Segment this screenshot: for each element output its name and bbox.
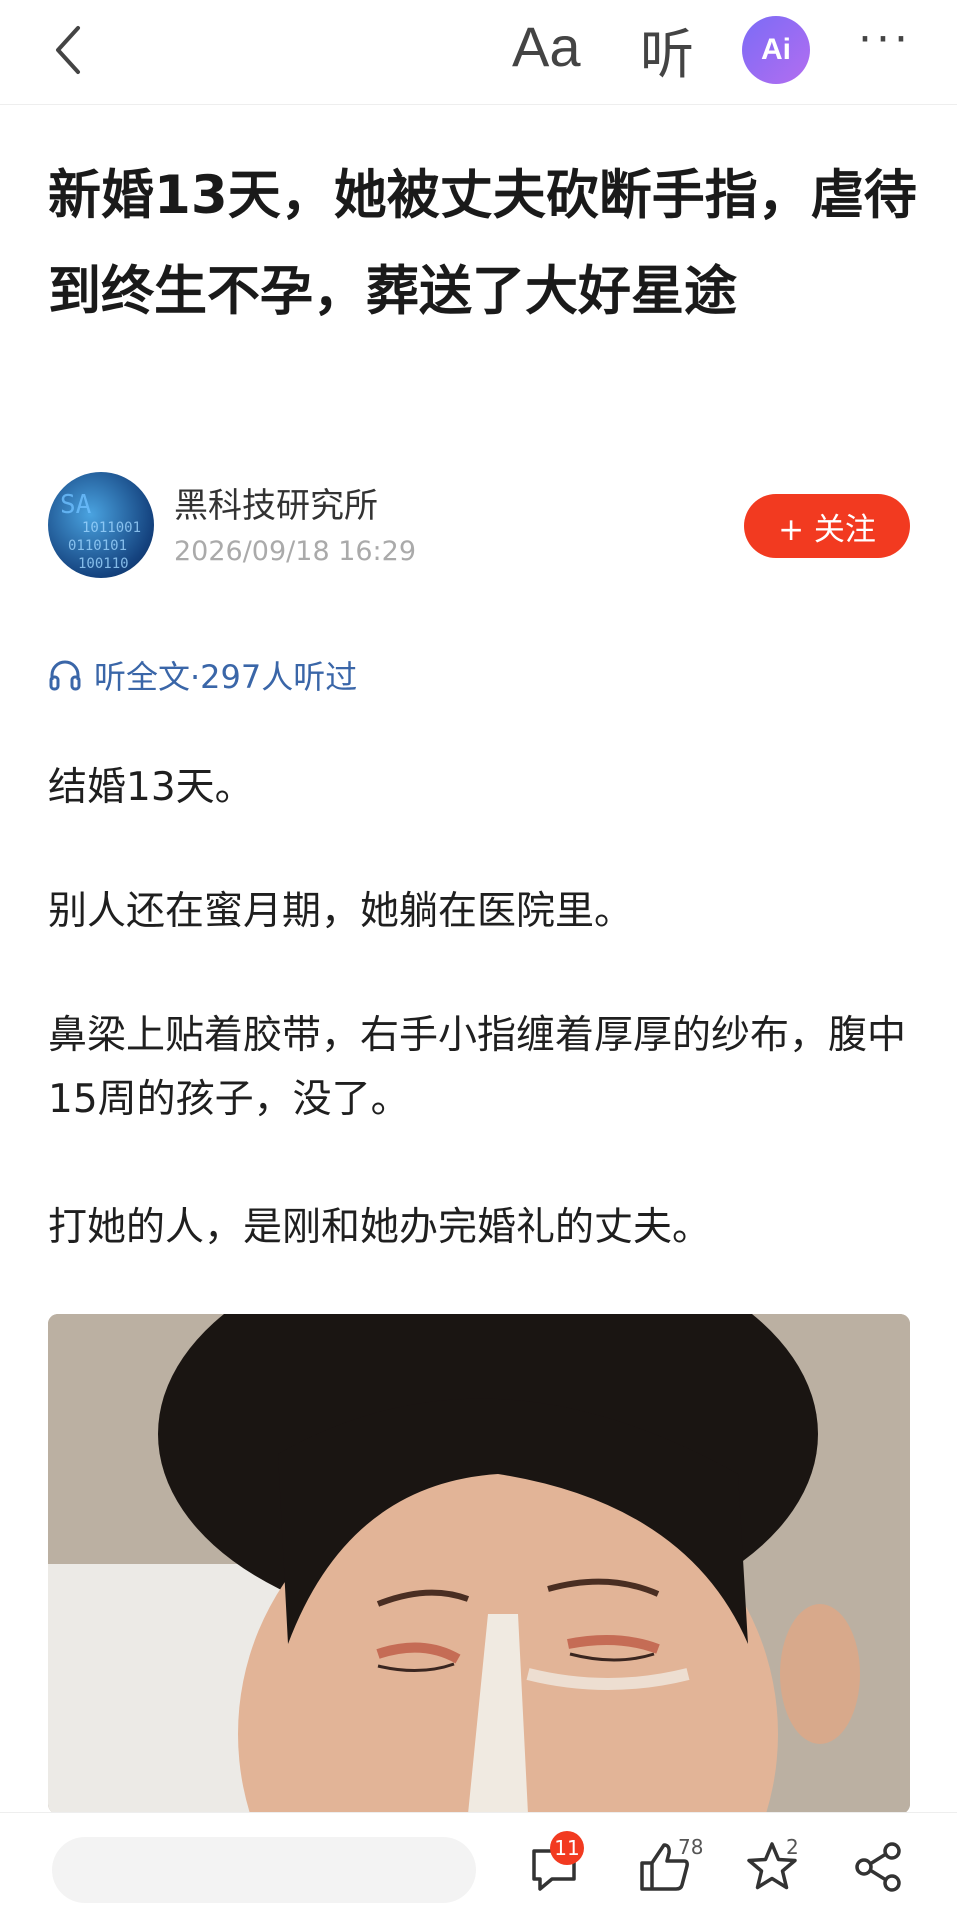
paragraph: 结婚13天。: [48, 765, 254, 810]
like-count: 78: [678, 1835, 704, 1859]
comment-input[interactable]: [52, 1837, 476, 1903]
article-photo[interactable]: [48, 1314, 910, 1814]
headphones-icon: [49, 660, 81, 691]
favorite-count: 2: [786, 1835, 799, 1859]
font-size-button[interactable]: Aa: [512, 14, 581, 79]
author-name[interactable]: 黑科技研究所: [174, 478, 378, 527]
listen-full-text-link[interactable]: 听全文·297人听过: [48, 652, 357, 698]
ai-assistant-button[interactable]: Ai: [742, 16, 810, 84]
listen-full-text-label: 听全文·297人听过: [94, 658, 358, 696]
paragraph: 打她的人，是刚和她办完婚礼的丈夫。: [48, 1205, 712, 1250]
back-icon[interactable]: [48, 22, 88, 78]
comment-count-badge: 11: [550, 1831, 584, 1865]
bottom-action-bar: 11 78 2: [0, 1812, 957, 1921]
paragraph: 鼻梁上贴着胶带，右手小指缠着厚厚的纱布，腹中15周的孩子，没了。: [48, 1013, 907, 1122]
follow-button[interactable]: + 关注: [744, 494, 910, 558]
more-options-button[interactable]: ···: [858, 14, 912, 65]
article-title: 新婚13天，她被丈夫砍断手指，虐待到终生不孕，葬送了大好星途: [48, 165, 917, 322]
author-avatar[interactable]: SA 1011001 0110101 100110: [48, 472, 154, 578]
publish-time: 2026/09/18 16:29: [174, 536, 417, 567]
listen-button[interactable]: 听: [640, 10, 694, 89]
paragraph: 别人还在蜜月期，她躺在医院里。: [48, 889, 634, 934]
share-icon[interactable]: [850, 1839, 906, 1895]
top-bar: Aa 听 Ai ···: [0, 0, 957, 105]
